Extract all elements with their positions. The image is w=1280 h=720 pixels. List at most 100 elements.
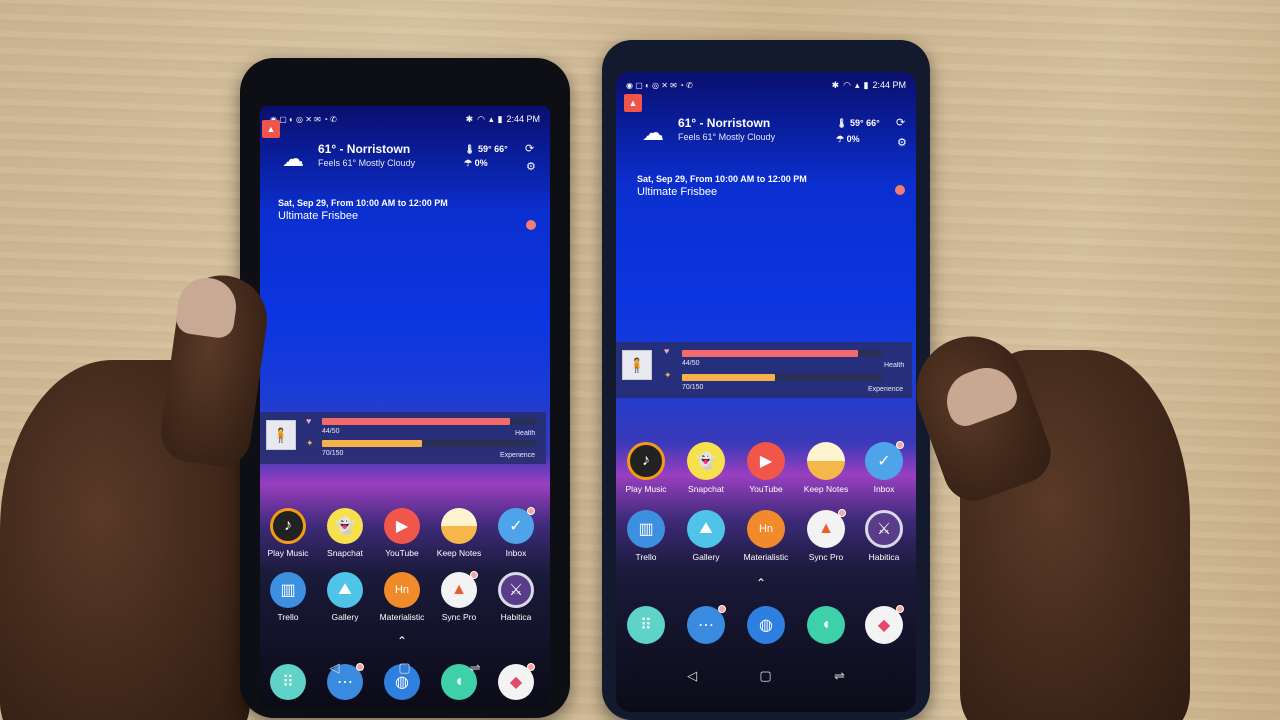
gear-icon[interactable]: ⚙: [526, 160, 536, 173]
weather-feels: Feels 61° Mostly Cloudy: [318, 158, 416, 168]
youtube-icon: ▶: [384, 508, 420, 544]
browser-icon: ◍: [747, 606, 785, 644]
snapchat-icon: 👻: [327, 508, 363, 544]
left-phone: ◉ ▢ ◐ ◎ ✕ ✉ ◔ ✆ ✱ ◠ ▴ ▮ 2:44 PM ▲ ☁ 61° …: [240, 58, 570, 718]
habitica-icon: ⚔: [498, 572, 534, 608]
weather-precip: 0%: [474, 158, 488, 168]
weather-widget[interactable]: ☁ 61° - Norristown Feels 61° Mostly Clou…: [642, 116, 912, 156]
app-drawer-chevron-up-icon[interactable]: ⌃: [397, 634, 407, 648]
app-label: Snapchat: [688, 484, 724, 494]
avatar: 🧍: [266, 420, 296, 450]
star-icon: ✦: [306, 438, 314, 448]
dock-photos[interactable]: ◆: [854, 605, 914, 644]
home-icon[interactable]: ▢: [759, 668, 771, 684]
app-gallery[interactable]: ⛰ Gallery: [315, 572, 375, 622]
back-icon[interactable]: ◁: [329, 660, 339, 676]
xp-label: Experience: [500, 452, 536, 459]
app-materialistic[interactable]: Hn Materialistic: [372, 572, 432, 622]
dock-messages[interactable]: ⋯: [676, 605, 736, 644]
app-youtube[interactable]: ▶ YouTube: [736, 442, 796, 494]
wifi-icon: ◠: [843, 79, 851, 90]
app-label: Keep Notes: [803, 484, 849, 494]
xp-text: 70/150: [682, 384, 704, 391]
home-icon[interactable]: ▢: [398, 660, 410, 676]
dialer-icon: ⠿: [627, 606, 665, 644]
app-habitica[interactable]: ⚔ Habitica: [854, 510, 914, 562]
event-color-dot: [895, 185, 905, 195]
messages-icon: ⋯: [687, 605, 726, 644]
app-snapchat[interactable]: 👻 Snapchat: [315, 508, 375, 558]
weather-hilo: 59° 66°: [477, 144, 508, 154]
app-habitica[interactable]: ⚔ Habitica: [486, 572, 546, 622]
status-bar: ◉ ▢ ◐ ◎ ✕ ✉ ◔ ✆ ✱ ◠ ▴ ▮ 2:44 PM: [270, 112, 540, 126]
keep-notes-icon: [441, 508, 477, 544]
app-youtube[interactable]: ▶ YouTube: [372, 508, 432, 558]
materialistic-icon: Hn: [747, 510, 785, 548]
refresh-icon[interactable]: ⟳: [525, 142, 534, 155]
app-keep-notes[interactable]: Keep Notes: [429, 508, 489, 558]
youtube-icon: ▶: [747, 442, 785, 480]
app-play-music[interactable]: ♪ Play Music: [616, 442, 676, 494]
battery-icon: ▮: [863, 79, 869, 90]
app-sync-pro[interactable]: ▲ Sync Pro: [429, 571, 489, 622]
app-drawer-chevron-up-icon[interactable]: ⌃: [756, 576, 766, 590]
cloud-icon: ☁: [282, 146, 304, 171]
gallery-icon: ⛰: [687, 510, 725, 548]
signal-icon: ▴: [488, 113, 494, 124]
app-label: Play Music: [267, 548, 309, 558]
calendar-event[interactable]: Sat, Sep 29, From 10:00 AM to 12:00 PM U…: [637, 174, 807, 198]
dock-dialer[interactable]: ⠿: [616, 606, 676, 644]
habitica-widget[interactable]: 🧍 ♥ 44/50 Health ✦ 70/150 Experience: [260, 412, 546, 464]
app-label: Habitica: [868, 552, 900, 562]
left-phone-screen: ◉ ▢ ◐ ◎ ✕ ✉ ◔ ✆ ✱ ◠ ▴ ▮ 2:44 PM ▲ ☁ 61° …: [260, 106, 550, 706]
weather-hilo: 59° 66°: [849, 118, 880, 128]
app-inbox[interactable]: ✓ Inbox: [854, 441, 914, 494]
refresh-icon[interactable]: ⟳: [896, 116, 905, 129]
app-label: Gallery: [331, 612, 359, 622]
app-materialistic[interactable]: Hn Materialistic: [736, 510, 796, 562]
gear-icon[interactable]: ⚙: [897, 136, 907, 149]
right-phone-screen: ◉ ▢ ◐ ◎ ✕ ✉ ◔ ✆ ✱ ◠ ▴ ▮ 2:44 PM ▲ ☁ 61° …: [616, 72, 916, 712]
dock-browser[interactable]: ◍: [736, 606, 796, 644]
weather-precip: 0%: [846, 134, 860, 144]
app-trello[interactable]: ▥ Trello: [616, 510, 676, 562]
event-title: Ultimate Frisbee: [278, 210, 359, 222]
status-bar: ◉ ▢ ◐ ◎ ✕ ✉ ◔ ✆ ✱ ◠ ▴ ▮ 2:44 PM: [626, 78, 906, 92]
alert-icon[interactable]: ▲: [262, 120, 280, 138]
app-gallery[interactable]: ⛰ Gallery: [676, 510, 736, 562]
app-trello[interactable]: ▥ Trello: [260, 572, 318, 622]
health-bar: [682, 350, 882, 357]
umbrella-icon: ☂: [836, 134, 845, 144]
event-time: Sat, Sep 29, From 10:00 AM to 12:00 PM: [637, 174, 807, 184]
inbox-icon: ✓: [865, 441, 904, 480]
app-sync-pro[interactable]: ▲ Sync Pro: [796, 509, 856, 562]
thermometer-icon: 🌡︎: [464, 144, 476, 154]
habitica-widget[interactable]: 🧍 ♥ 44/50 Health ✦ 70/150 Experience: [616, 342, 912, 398]
app-label: Gallery: [692, 552, 720, 562]
dock-chat[interactable]: ◖: [796, 606, 856, 644]
health-label: Health: [884, 362, 905, 369]
avatar: 🧍: [622, 350, 652, 380]
xp-bar-fill: [322, 440, 422, 447]
app-label: Sync Pro: [808, 552, 844, 562]
event-color-dot: [526, 220, 536, 230]
app-inbox[interactable]: ✓ Inbox: [486, 507, 546, 558]
recents-icon[interactable]: ⇌: [834, 668, 845, 684]
alert-icon[interactable]: ▲: [624, 94, 642, 112]
app-snapchat[interactable]: 👻 Snapchat: [676, 442, 736, 494]
recents-icon[interactable]: ⇌: [470, 660, 481, 676]
trello-icon: ▥: [270, 572, 306, 608]
app-keep-notes[interactable]: Keep Notes: [796, 442, 856, 494]
app-play-music[interactable]: ♪ Play Music: [260, 508, 318, 558]
weather-widget[interactable]: ☁ 61° - Norristown Feels 61° Mostly Clou…: [282, 142, 542, 182]
health-bar: [322, 418, 536, 425]
calendar-event[interactable]: Sat, Sep 29, From 10:00 AM to 12:00 PM U…: [278, 198, 448, 222]
back-icon[interactable]: ◁: [687, 668, 697, 684]
xp-bar-fill: [682, 374, 776, 381]
health-bar-fill: [322, 418, 511, 425]
star-icon: ✦: [664, 370, 672, 380]
gallery-icon: ⛰: [327, 572, 363, 608]
play-music-icon: ♪: [270, 508, 306, 544]
app-label: Play Music: [625, 484, 667, 494]
photos-icon: ◆: [865, 605, 904, 644]
